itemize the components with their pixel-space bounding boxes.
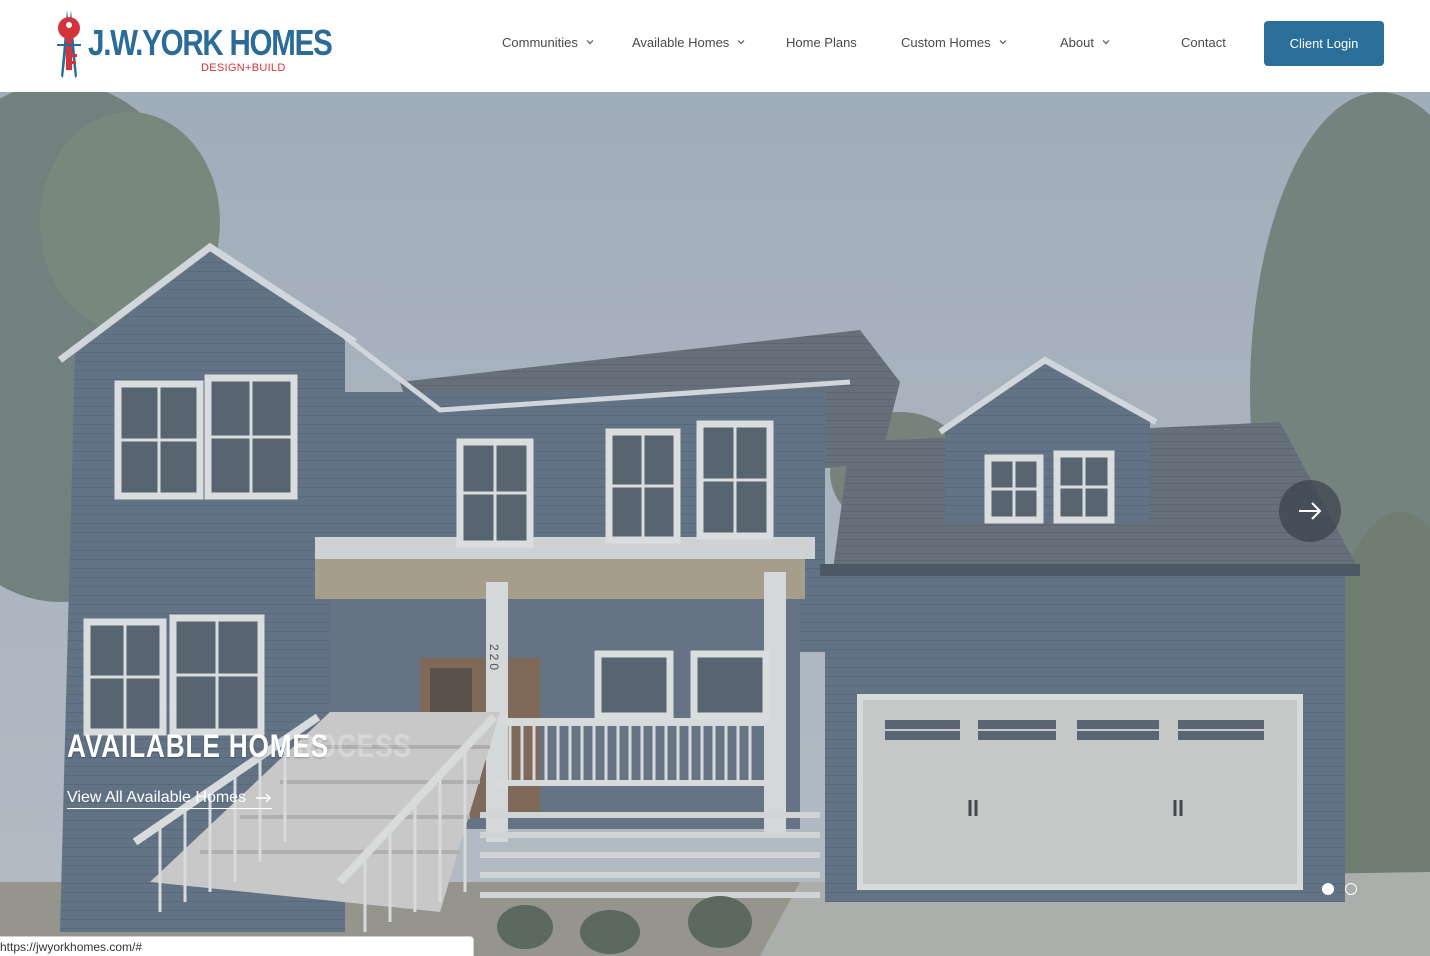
site-header: J.W.YORK HOMES DESIGN+BUILD Communities … (0, 0, 1430, 92)
slide-title-ghost: ROCESS (296, 728, 412, 764)
chevron-down-icon (1102, 39, 1110, 44)
nav-item-available-homes[interactable]: Available Homes (632, 35, 745, 50)
nav-item-label: Contact (1181, 35, 1226, 50)
arrow-right-icon (1299, 502, 1322, 520)
arrow-right-icon (256, 793, 272, 803)
nav-item-about[interactable]: About (1060, 35, 1110, 50)
nav-item-communities[interactable]: Communities (502, 35, 594, 50)
slide-title: AVAILABLE HOMES (67, 728, 330, 764)
next-slide-button[interactable] (1279, 480, 1341, 542)
chevron-down-icon (999, 39, 1007, 44)
slide-pagination (1322, 883, 1357, 895)
nav-item-label: About (1060, 35, 1094, 50)
view-all-homes-link[interactable]: View All Available Homes (67, 789, 273, 809)
house-photo: 220 (0, 92, 1430, 956)
status-bar-url: https://jwyorkhomes.com/# (0, 936, 474, 956)
nav-item-contact[interactable]: Contact (1181, 35, 1226, 50)
slide-dot-2[interactable] (1345, 883, 1357, 895)
nav-item-custom-homes[interactable]: Custom Homes (901, 35, 1007, 50)
nav-item-home-plans[interactable]: Home Plans (786, 35, 857, 50)
nav-item-label: Communities (502, 35, 578, 50)
slide-dot-1[interactable] (1322, 883, 1334, 895)
nav-item-label: Available Homes (632, 35, 730, 50)
chevron-down-icon (737, 39, 745, 44)
nav-item-label: Home Plans (786, 35, 857, 50)
chevron-down-icon (586, 39, 594, 44)
nav-item-label: Custom Homes (901, 35, 991, 50)
hero-slider: 220 AVAILABLE HOMES ROCESS View All Avai… (0, 92, 1430, 956)
client-login-button[interactable]: Client Login (1264, 21, 1384, 66)
view-all-homes-label: View All Available Homes (67, 789, 247, 806)
main-nav: Communities Available Homes Home Plans C… (0, 0, 1430, 92)
